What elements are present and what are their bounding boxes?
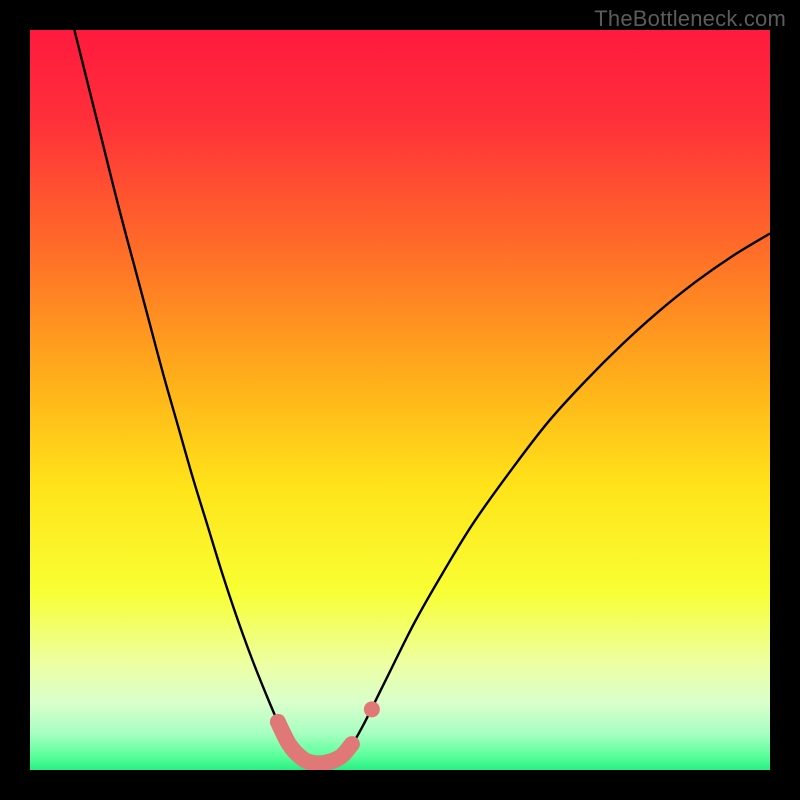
chart-frame: TheBottleneck.com <box>0 0 800 800</box>
plot-area <box>30 30 770 770</box>
curve-layer <box>30 30 770 770</box>
highlight-segment <box>278 722 352 764</box>
watermark-text: TheBottleneck.com <box>594 6 786 32</box>
bottleneck-curve <box>74 30 770 763</box>
highlight-dot <box>364 701 380 717</box>
